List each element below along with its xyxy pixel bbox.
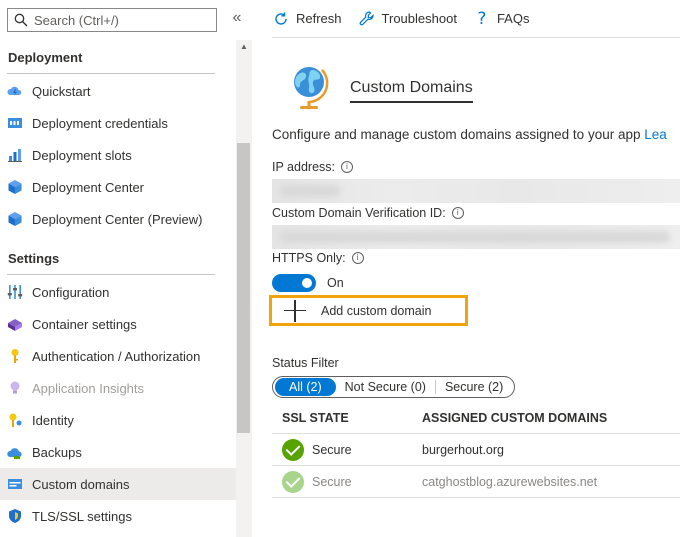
info-icon[interactable]: i [341, 161, 354, 173]
lightbulb-icon [7, 380, 23, 396]
domain-cell: catghostblog.azurewebsites.net [422, 474, 598, 489]
verification-id-value [272, 225, 680, 249]
sidebar-scroll-thumb[interactable] [237, 143, 250, 433]
sidebar-item-application-insights[interactable]: Application Insights [0, 372, 236, 404]
table-row[interactable]: Secure burgerhout.org [272, 434, 680, 466]
cloud-bolt-icon [7, 83, 23, 99]
sidebar-item-tls-ssl-settings[interactable]: TLS/SSL settings [0, 500, 236, 532]
sidebar-item-custom-domains[interactable]: Custom domains [0, 468, 236, 500]
sidebar-item-deployment-slots[interactable]: Deployment slots [0, 139, 236, 171]
sidebar-item-configuration[interactable]: Configuration [0, 276, 236, 308]
collapse-sidebar-icon[interactable]: « [229, 9, 245, 27]
check-circle-icon [282, 438, 304, 461]
search-icon [14, 13, 28, 27]
sidebar-item-container-settings[interactable]: Container settings [0, 308, 236, 340]
domain-icon [7, 476, 23, 492]
domain-cell: burgerhout.org [422, 442, 505, 457]
status-filter-pills: All (2) Not Secure (0) Secure (2) [272, 376, 516, 398]
column-header-assigned-domains: ASSIGNED CUSTOM DOMAINS [422, 410, 608, 425]
page-title: Custom Domains [350, 79, 473, 103]
page-description: Configure and manage custom domains assi… [272, 127, 667, 142]
filter-all[interactable]: All (2) [275, 378, 336, 396]
sidebar-item-backups[interactable]: Backups [0, 436, 236, 468]
container-icon [7, 316, 23, 332]
ip-address-label: IP address: i [272, 160, 354, 174]
https-only-toggle[interactable] [272, 274, 316, 292]
sidebar-item-deployment-credentials[interactable]: Deployment credentials [0, 107, 236, 139]
refresh-button[interactable]: Refresh [272, 10, 342, 28]
plus-icon [284, 299, 306, 322]
sidebar-item-deployment-center[interactable]: Deployment Center [0, 171, 236, 203]
refresh-icon [272, 10, 290, 28]
question-mark-icon: ? [477, 8, 487, 29]
info-icon[interactable]: i [351, 252, 364, 264]
section-divider [7, 73, 215, 74]
search-input[interactable] [34, 12, 204, 28]
faqs-button[interactable]: ? FAQs [473, 8, 529, 29]
command-bar: Refresh Troubleshoot ? FAQs [272, 0, 680, 38]
status-filter-label: Status Filter [272, 356, 339, 370]
shield-icon [7, 508, 23, 524]
learn-more-link[interactable]: Lea [644, 127, 667, 142]
cube-icon [7, 211, 23, 227]
sidebar-item-identity[interactable]: Identity [0, 404, 236, 436]
https-only-label: HTTPS Only: i [272, 251, 364, 265]
column-header-ssl-state: SSL STATE [282, 410, 349, 425]
key-icon [7, 348, 23, 364]
credentials-icon [7, 115, 23, 131]
ssl-state-cell: Secure [272, 470, 422, 493]
section-title-settings: Settings [8, 251, 60, 266]
ip-address-value [272, 179, 680, 203]
add-custom-domain-button[interactable]: Add custom domain [269, 295, 468, 326]
sidebar-item-deployment-center-preview[interactable]: Deployment Center (Preview) [0, 203, 236, 235]
cube-icon [7, 179, 23, 195]
sliders-icon [7, 284, 23, 300]
section-title-deployment: Deployment [8, 50, 83, 65]
https-only-state: On [327, 276, 344, 290]
check-circle-icon [282, 470, 304, 493]
troubleshoot-button[interactable]: Troubleshoot [358, 10, 457, 28]
wrench-icon [358, 10, 376, 28]
section-divider [7, 274, 215, 275]
custom-domains-table: SSL STATE ASSIGNED CUSTOM DOMAINS Secure… [272, 402, 680, 498]
filter-secure[interactable]: Secure (2) [436, 378, 512, 396]
globe-icon [287, 62, 335, 112]
table-header: SSL STATE ASSIGNED CUSTOM DOMAINS [272, 402, 680, 434]
sidebar-item-authentication[interactable]: Authentication / Authorization [0, 340, 236, 372]
scroll-up-arrow-icon[interactable]: ▲ [236, 40, 252, 54]
slots-icon [7, 147, 23, 163]
sidebar-item-quickstart[interactable]: Quickstart [0, 75, 236, 107]
filter-not-secure[interactable]: Not Secure (0) [336, 378, 435, 396]
table-row[interactable]: Secure catghostblog.azurewebsites.net [272, 466, 680, 498]
cloud-backup-icon [7, 444, 23, 460]
info-icon[interactable]: i [451, 207, 464, 219]
sidebar-search[interactable] [7, 8, 217, 32]
verification-id-label: Custom Domain Verification ID: i [272, 206, 464, 220]
ssl-state-cell: Secure [272, 438, 422, 461]
toggle-knob [302, 278, 312, 288]
left-sidebar: « Deployment Quickstart Deployment crede… [0, 0, 252, 537]
identity-key-icon [7, 412, 23, 428]
